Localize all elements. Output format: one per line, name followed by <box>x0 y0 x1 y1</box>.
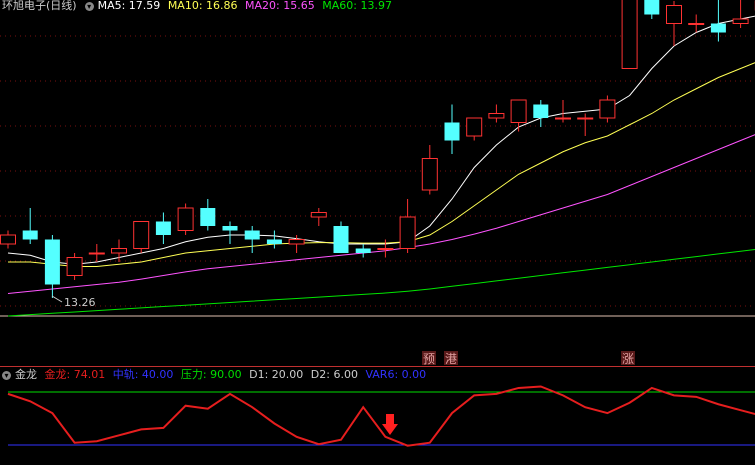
ma20-line <box>7 134 755 294</box>
candle-body <box>732 18 749 24</box>
candle-body <box>310 212 327 218</box>
candle-body <box>466 117 483 137</box>
candle-body <box>688 23 705 25</box>
candle-body <box>177 207 194 231</box>
candle-body <box>621 0 638 69</box>
candle-body <box>421 158 438 191</box>
candle-body <box>266 239 282 244</box>
indicator-panel[interactable]: ▾ 金龙 金龙: 74.01 中轨: 40.00 压力: 90.00 D1: 20… <box>0 367 755 465</box>
candle-body <box>88 252 105 255</box>
ma10-line <box>8 62 755 267</box>
candle-body <box>200 208 216 226</box>
low-price-pointer <box>51 295 63 303</box>
candle-body <box>333 226 349 253</box>
candle-body <box>644 0 660 15</box>
candle-body <box>533 104 549 118</box>
candle-body <box>399 216 416 249</box>
candle-body <box>244 230 260 240</box>
signal-markers: 预 港 涨 <box>422 351 635 366</box>
candle-body <box>44 239 60 285</box>
candle-body <box>555 117 571 120</box>
candle-body <box>66 257 83 276</box>
candle-body <box>444 122 460 141</box>
candle-body <box>377 248 394 250</box>
main-chart-panel[interactable]: 环旭电子(日线) ▾ MA5: 17.59 MA10: 16.86 MA20: 15… <box>0 0 755 367</box>
candle-body <box>222 226 238 231</box>
candle-body <box>288 239 305 245</box>
candle-body <box>599 99 616 119</box>
candle-body <box>666 5 682 24</box>
signal-label-gang: 港 <box>445 352 457 366</box>
low-price-label: 13.26 <box>64 296 96 309</box>
candle-body <box>710 23 726 33</box>
candle-body <box>22 230 38 240</box>
down-arrow-icon <box>382 414 398 435</box>
candle-body <box>577 117 594 120</box>
signal-label-zhang: 涨 <box>622 351 634 366</box>
candle-body <box>0 234 16 245</box>
candle-body <box>111 248 127 254</box>
candle-body <box>510 99 527 123</box>
jinlong-line <box>7 385 755 447</box>
ma5-line <box>7 15 755 265</box>
signal-label-yu: 预 <box>423 352 435 366</box>
candle-body <box>488 113 505 119</box>
candlestick-chart: 13.26 预 港 涨 <box>0 0 755 366</box>
candle-body <box>155 221 171 235</box>
candle-body <box>355 248 371 253</box>
indicator-chart <box>7 385 755 447</box>
candle-body <box>133 221 150 249</box>
